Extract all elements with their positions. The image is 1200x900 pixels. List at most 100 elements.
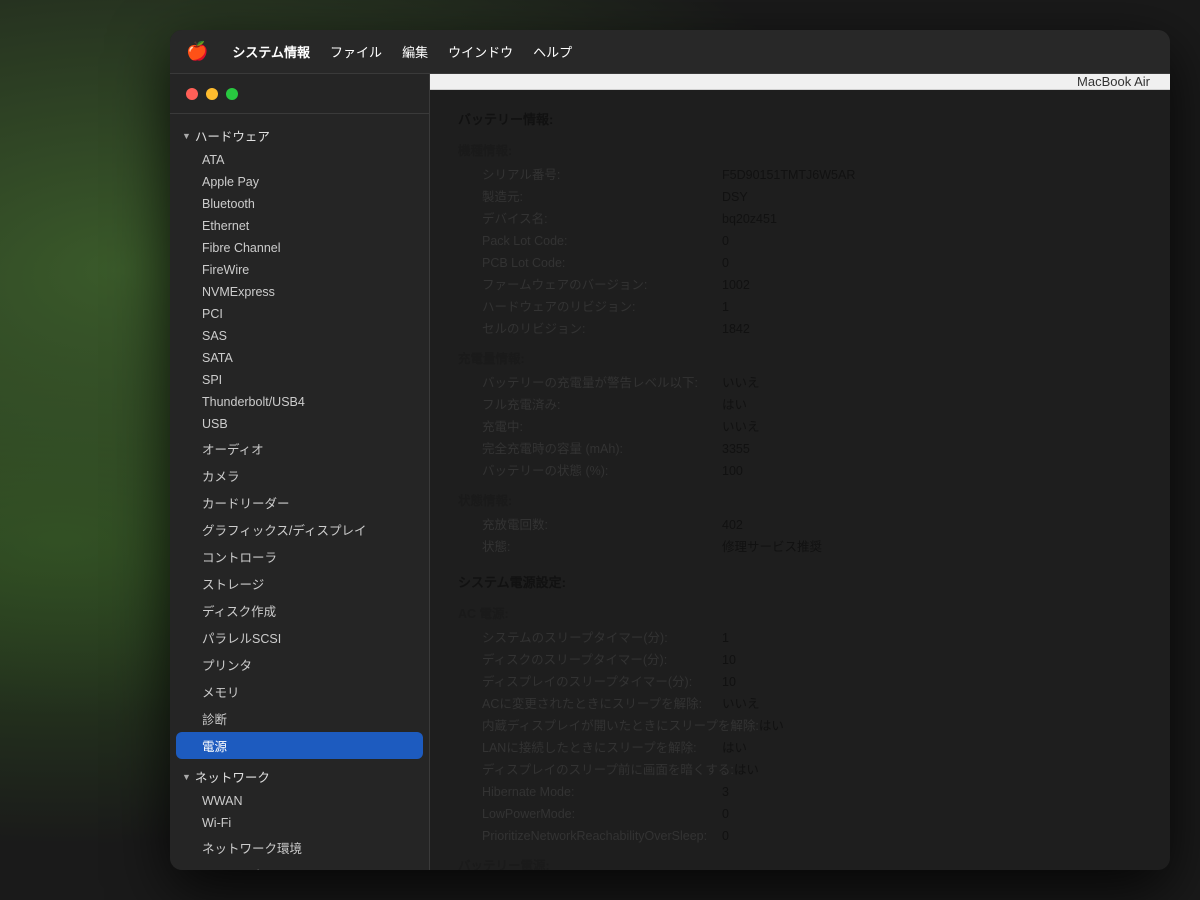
lid-wake-value: はい <box>759 716 784 736</box>
sidebar-item[interactable]: グラフィックス/ディスプレイ <box>170 516 429 543</box>
sidebar-item[interactable]: USB <box>170 413 429 435</box>
sidebar-item[interactable]: PCI <box>170 303 429 325</box>
sys-sleep-value: 1 <box>722 628 729 648</box>
sidebar-item[interactable]: Wi-Fi <box>170 812 429 834</box>
pcb-lot-value: 0 <box>722 253 729 273</box>
full-charge-label: フル充電済み: <box>482 395 722 415</box>
charging-row: 充電中: いいえ <box>482 417 1142 437</box>
menu-file[interactable]: ファイル <box>330 42 382 61</box>
device-value: bq20z451 <box>722 209 777 229</box>
sidebar-item[interactable]: ネットワーク環境 <box>170 834 429 861</box>
lan-wake-row: LANに接続したときにスリープを解除: はい <box>482 738 1142 758</box>
sidebar-item[interactable]: NVMExpress <box>170 281 429 303</box>
status-section-title: 状態情報: <box>458 491 1142 511</box>
display-sleep-label: ディスプレイのスリープタイマー(分): <box>482 672 722 692</box>
condition-value: 修理サービス推奨 <box>722 537 822 557</box>
battery-state-label: バッテリーの状態 (%): <box>482 461 722 481</box>
sidebar-item[interactable]: Apple Pay <box>170 171 429 193</box>
sidebar-item[interactable]: SPI <box>170 369 429 391</box>
charging-value: いいえ <box>722 417 760 437</box>
discharge-label: 充放電回数: <box>482 515 722 535</box>
condition-label: 状態: <box>482 537 722 557</box>
menu-edit[interactable]: 編集 <box>402 42 428 61</box>
sidebar-item[interactable]: Thunderbolt/USB4 <box>170 391 429 413</box>
ac-wake-value: いいえ <box>722 694 760 714</box>
sidebar-item[interactable]: FireWire <box>170 259 429 281</box>
sidebar: ▼ ハードウェア ATA Apple Pay Bluetooth Etherne… <box>170 74 430 870</box>
prioritize-row: PrioritizeNetworkReachabilityOverSleep: … <box>482 826 1142 846</box>
sidebar-item[interactable]: オーディオ <box>170 435 429 462</box>
hibernate-mode-value: 3 <box>722 782 729 802</box>
sidebar-item-power[interactable]: 電源 <box>176 732 423 759</box>
battery-state-row: バッテリーの状態 (%): 100 <box>482 461 1142 481</box>
charge-warning-row: バッテリーの充電量が警告レベル以下: いいえ <box>482 373 1142 393</box>
device-row: デバイス名: bq20z451 <box>482 209 1142 229</box>
firmware-row: ファームウェアのバージョン: 1002 <box>482 275 1142 295</box>
display-sleep-value: 10 <box>722 672 736 692</box>
sidebar-item[interactable]: WWAN <box>170 790 429 812</box>
close-button[interactable] <box>186 88 198 100</box>
cell-rev-row: セルのリビジョン: 1842 <box>482 319 1142 339</box>
sidebar-item[interactable]: パラレルSCSI <box>170 624 429 651</box>
hardware-rev-value: 1 <box>722 297 729 317</box>
sidebar-item[interactable]: Fibre Channel <box>170 237 429 259</box>
apple-logo-icon[interactable]: 🍎 <box>186 41 208 62</box>
maker-value: DSY <box>722 187 748 207</box>
full-cap-row: 完全充電時の容量 (mAh): 3355 <box>482 439 1142 459</box>
display-sleep-row: ディスプレイのスリープタイマー(分): 10 <box>482 672 1142 692</box>
prioritize-label: PrioritizeNetworkReachabilityOverSleep: <box>482 826 722 846</box>
full-cap-value: 3355 <box>722 439 750 459</box>
sidebar-item[interactable]: カードリーダー <box>170 489 429 516</box>
charging-label: 充電中: <box>482 417 722 437</box>
cell-rev-label: セルのリビジョン: <box>482 319 722 339</box>
sidebar-item[interactable]: ディスク作成 <box>170 597 429 624</box>
sidebar-item[interactable]: ストレージ <box>170 570 429 597</box>
maker-label: 製造元: <box>482 187 722 207</box>
full-charge-row: フル充電済み: はい <box>482 395 1142 415</box>
zoom-button[interactable] <box>226 88 238 100</box>
sidebar-item[interactable]: ファイアウォール <box>170 861 429 870</box>
sidebar-item[interactable]: Bluetooth <box>170 193 429 215</box>
sidebar-item[interactable]: SAS <box>170 325 429 347</box>
pcb-lot-row: PCB Lot Code: 0 <box>482 253 1142 273</box>
network-section-header[interactable]: ▼ ネットワーク <box>170 763 429 790</box>
cell-rev-value: 1842 <box>722 319 750 339</box>
window-title: MacBook Air <box>1077 74 1150 89</box>
sidebar-item[interactable]: コントローラ <box>170 543 429 570</box>
low-power-row: LowPowerMode: 0 <box>482 804 1142 824</box>
sys-sleep-label: システムのスリープタイマー(分): <box>482 628 722 648</box>
sidebar-item[interactable]: プリンタ <box>170 651 429 678</box>
menu-system-info[interactable]: システム情報 <box>232 42 310 61</box>
sidebar-item[interactable]: カメラ <box>170 462 429 489</box>
hibernate-mode-label: Hibernate Mode: <box>482 782 722 802</box>
minimize-button[interactable] <box>206 88 218 100</box>
hardware-section-header[interactable]: ▼ ハードウェア <box>170 122 429 149</box>
charge-warning-label: バッテリーの充電量が警告レベル以下: <box>482 373 722 393</box>
menu-help[interactable]: ヘルプ <box>533 42 572 61</box>
firmware-value: 1002 <box>722 275 750 295</box>
right-panel: MacBook Air バッテリー情報: 機種情報: シリアル番号: F5D90… <box>430 74 1170 870</box>
model-section-title: 機種情報: <box>458 141 1142 161</box>
discharge-value: 402 <box>722 515 743 535</box>
full-cap-label: 完全充電時の容量 (mAh): <box>482 439 722 459</box>
pack-lot-row: Pack Lot Code: 0 <box>482 231 1142 251</box>
menu-window[interactable]: ウインドウ <box>448 42 513 61</box>
serial-value: F5D90151TMTJ6W5AR <box>722 165 855 185</box>
disk-sleep-label: ディスクのスリープタイマー(分): <box>482 650 722 670</box>
sidebar-item[interactable]: 診断 <box>170 705 429 732</box>
ac-wake-label: ACに変更されたときにスリープを解除: <box>482 694 722 714</box>
disk-sleep-value: 10 <box>722 650 736 670</box>
lan-wake-value: はい <box>722 738 747 758</box>
sidebar-item[interactable]: SATA <box>170 347 429 369</box>
ac-info: システムのスリープタイマー(分): 1 ディスクのスリープタイマー(分): 10… <box>482 628 1142 846</box>
low-power-label: LowPowerMode: <box>482 804 722 824</box>
sidebar-item[interactable]: メモリ <box>170 678 429 705</box>
ac-wake-row: ACに変更されたときにスリープを解除: いいえ <box>482 694 1142 714</box>
sidebar-item[interactable]: Ethernet <box>170 215 429 237</box>
firmware-label: ファームウェアのバージョン: <box>482 275 722 295</box>
hardware-label: ハードウェア <box>195 126 270 145</box>
sidebar-item[interactable]: ATA <box>170 149 429 171</box>
model-info: シリアル番号: F5D90151TMTJ6W5AR 製造元: DSY デバイス名… <box>482 165 1142 339</box>
main-layout: ▼ ハードウェア ATA Apple Pay Bluetooth Etherne… <box>170 74 1170 870</box>
dim-before-sleep-row: ディスプレイのスリープ前に画面を暗くする: はい <box>482 760 1142 780</box>
